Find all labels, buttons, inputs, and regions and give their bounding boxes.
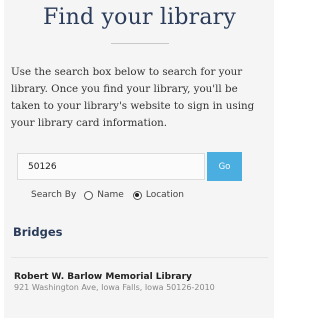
go-button[interactable]: Go (207, 152, 242, 181)
list-item[interactable]: Robert W. Barlow Memorial Library 921 Wa… (11, 272, 268, 292)
radio-name-label: Name (97, 190, 124, 200)
search-by-label: Search By (31, 190, 77, 200)
library-name[interactable]: Robert W. Barlow Memorial Library (14, 272, 268, 282)
radio-name-circle[interactable] (84, 190, 94, 200)
result-city-heading: Bridges (13, 225, 63, 239)
results-list: Robert W. Barlow Memorial Library 921 Wa… (11, 257, 268, 292)
radio-name[interactable]: Name (84, 190, 124, 200)
search-by-group: Search By Name Location (31, 190, 268, 200)
search-row: Go (17, 152, 268, 181)
library-address: 921 Washington Ave, Iowa Falls, Iowa 501… (14, 283, 215, 292)
find-library-panel: Find your library Use the search box bel… (4, 0, 274, 318)
page-title: Find your library (42, 5, 237, 30)
search-input[interactable] (17, 153, 205, 180)
title-divider (110, 43, 169, 44)
radio-location-circle[interactable] (132, 190, 142, 200)
radio-location[interactable]: Location (132, 190, 184, 200)
intro-text: Use the search box below to search for y… (11, 66, 255, 129)
radio-location-label: Location (145, 190, 184, 200)
